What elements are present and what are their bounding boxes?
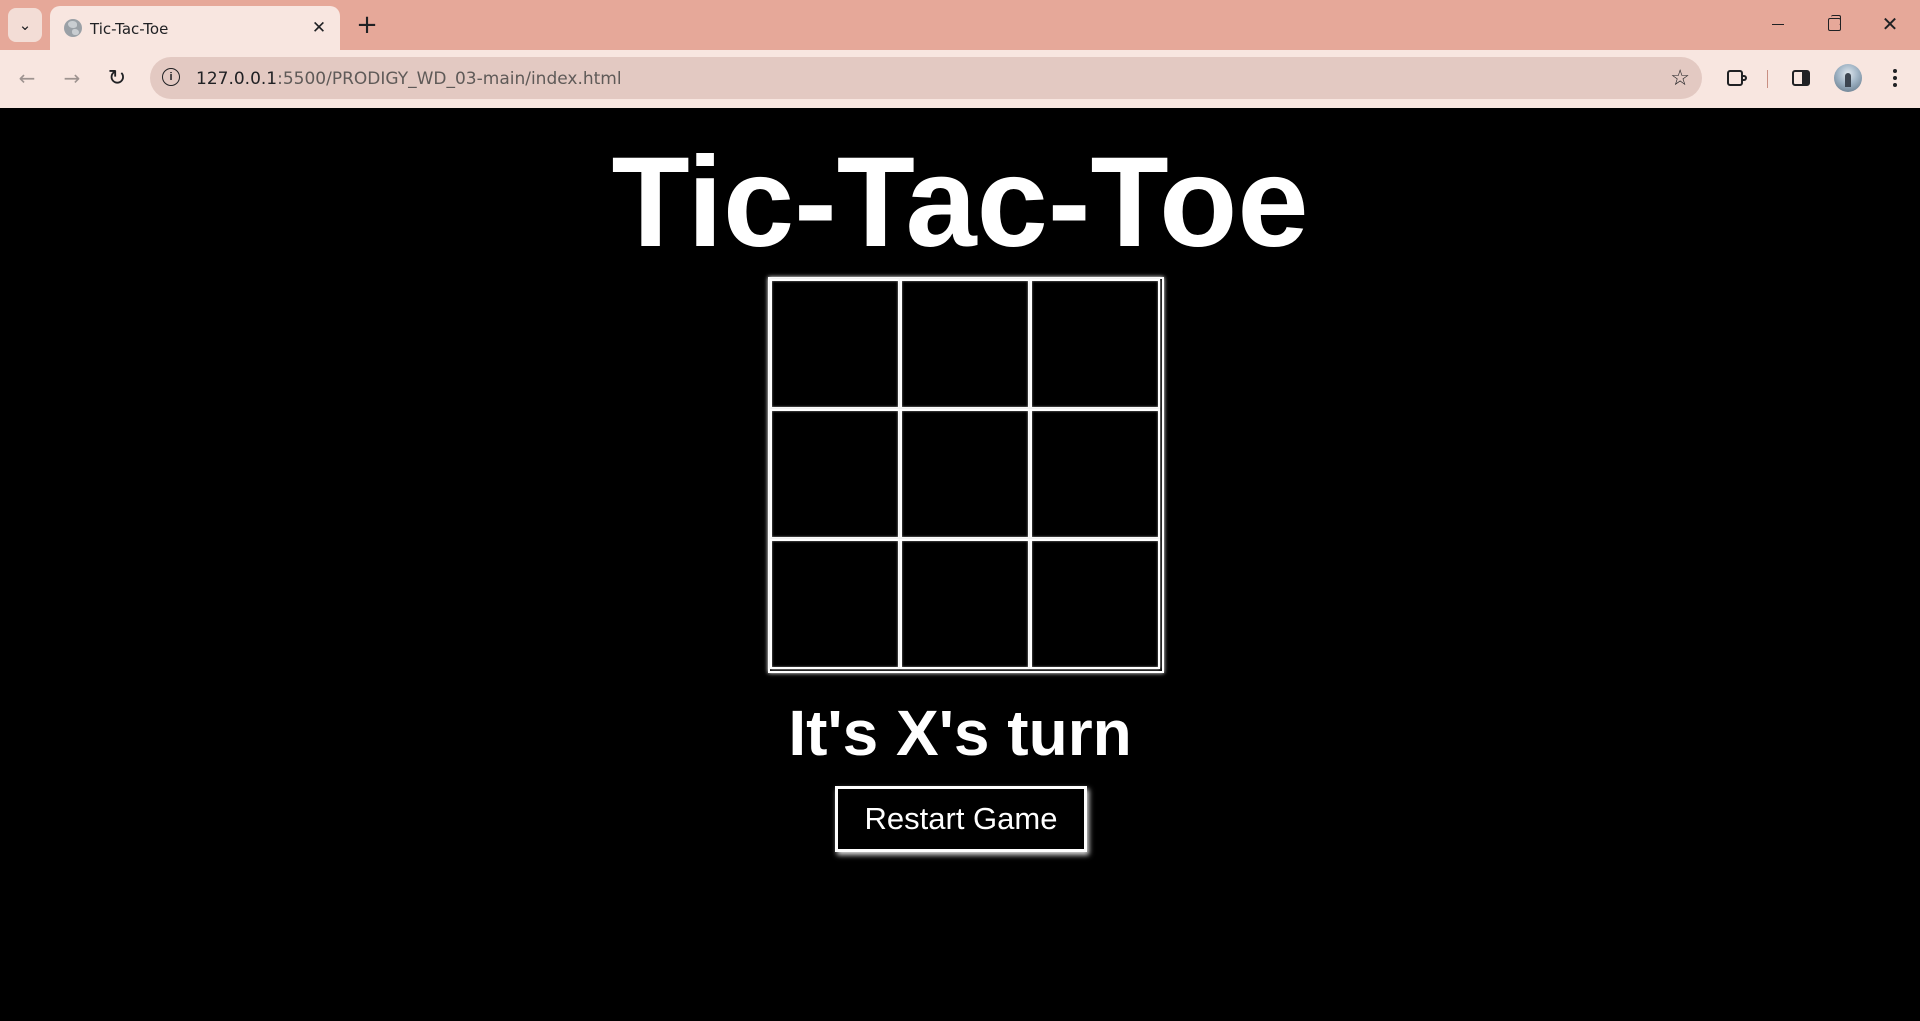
reload-icon: ↻ bbox=[107, 65, 127, 91]
board-cell[interactable] bbox=[770, 409, 900, 539]
tab-search-button[interactable]: ⌄ bbox=[8, 8, 42, 42]
address-url[interactable]: 127.0.0.1:5500/PRODIGY_WD_03-main/index.… bbox=[196, 69, 622, 89]
url-host: 127.0.0.1 bbox=[196, 69, 278, 89]
info-icon[interactable]: i bbox=[162, 68, 180, 86]
board-cell[interactable] bbox=[900, 409, 1030, 539]
browser-chrome: ⌄ Tic-Tac-Toe ✕ + ✕ ← → ↻ i 127.0.0.1:55… bbox=[0, 0, 1920, 109]
page-content: Tic-Tac-Toe It's X's turn Restart Game bbox=[0, 108, 1920, 1021]
star-icon[interactable]: ☆ bbox=[1670, 65, 1690, 91]
extensions-button[interactable] bbox=[1720, 63, 1750, 93]
browser-toolbar: ← → ↻ i 127.0.0.1:5500/PRODIGY_WD_03-mai… bbox=[0, 50, 1920, 109]
restore-button[interactable] bbox=[1806, 0, 1862, 48]
minimize-icon bbox=[1772, 23, 1784, 25]
turn-status: It's X's turn bbox=[788, 697, 1132, 769]
restore-icon bbox=[1827, 14, 1841, 31]
restart-button[interactable]: Restart Game bbox=[835, 786, 1087, 852]
board-cell[interactable] bbox=[770, 539, 900, 669]
minimize-button[interactable] bbox=[1750, 0, 1806, 48]
board-cell[interactable] bbox=[900, 279, 1030, 409]
board-cell[interactable] bbox=[1030, 279, 1160, 409]
tab-close-icon[interactable]: ✕ bbox=[308, 17, 330, 39]
side-panel-button[interactable] bbox=[1786, 63, 1816, 93]
address-bar[interactable]: i 127.0.0.1:5500/PRODIGY_WD_03-main/inde… bbox=[150, 57, 1702, 99]
side-panel-icon bbox=[1792, 70, 1810, 86]
new-tab-button[interactable]: + bbox=[352, 10, 382, 40]
menu-dot bbox=[1893, 69, 1897, 73]
avatar[interactable] bbox=[1834, 64, 1862, 92]
back-icon: ← bbox=[18, 66, 36, 90]
close-icon: ✕ bbox=[1881, 12, 1899, 36]
game-title: Tic-Tac-Toe bbox=[611, 131, 1309, 274]
url-path: :5500/PRODIGY_WD_03-main/index.html bbox=[277, 69, 622, 89]
board-cell[interactable] bbox=[900, 539, 1030, 669]
plus-icon: + bbox=[356, 10, 378, 40]
globe-icon bbox=[64, 19, 82, 37]
game-board bbox=[768, 277, 1164, 673]
extensions-icon bbox=[1727, 70, 1747, 86]
forward-button[interactable]: → bbox=[55, 61, 89, 95]
chevron-down-icon: ⌄ bbox=[18, 17, 32, 34]
board-cell[interactable] bbox=[770, 279, 900, 409]
menu-dot bbox=[1893, 76, 1897, 80]
back-button[interactable]: ← bbox=[10, 61, 44, 95]
toolbar-divider bbox=[1767, 70, 1768, 88]
browser-tab[interactable]: Tic-Tac-Toe ✕ bbox=[50, 6, 340, 50]
reload-button[interactable]: ↻ bbox=[100, 61, 134, 95]
board-cell[interactable] bbox=[1030, 539, 1160, 669]
menu-icon[interactable] bbox=[1880, 63, 1910, 93]
menu-dot bbox=[1893, 83, 1897, 87]
window-close-button[interactable]: ✕ bbox=[1862, 0, 1918, 48]
tab-title: Tic-Tac-Toe bbox=[90, 20, 169, 38]
tab-strip: ⌄ Tic-Tac-Toe ✕ + ✕ bbox=[0, 0, 1920, 50]
forward-icon: → bbox=[63, 66, 81, 90]
board-cell[interactable] bbox=[1030, 409, 1160, 539]
